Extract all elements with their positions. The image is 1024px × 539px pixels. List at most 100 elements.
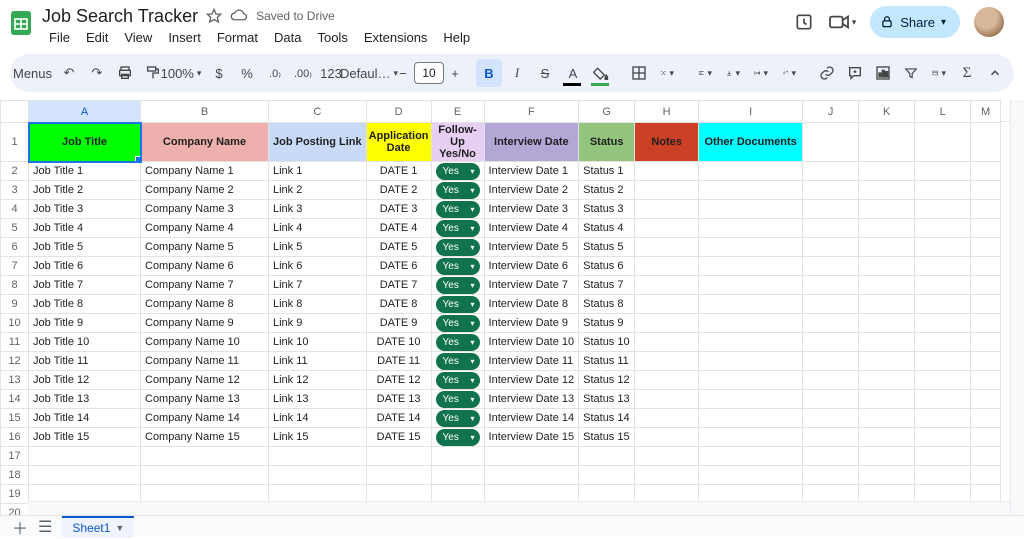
- cell[interactable]: [635, 314, 699, 333]
- horizontal-scrollbar[interactable]: [28, 501, 1010, 515]
- font-size-input[interactable]: 10: [414, 62, 444, 84]
- cell[interactable]: Interview Date 8: [484, 295, 579, 314]
- cell[interactable]: [971, 314, 1001, 333]
- cell[interactable]: [859, 276, 915, 295]
- cell[interactable]: Yes▾: [431, 257, 484, 276]
- cell[interactable]: Company Name 5: [141, 238, 269, 257]
- cell[interactable]: [635, 257, 699, 276]
- cell[interactable]: [915, 409, 971, 428]
- cell[interactable]: Link 2: [269, 181, 367, 200]
- cell[interactable]: Link 11: [269, 352, 367, 371]
- font-select[interactable]: Defaul…▾: [356, 59, 382, 87]
- cell[interactable]: Link 15: [269, 428, 367, 447]
- cell[interactable]: [635, 181, 699, 200]
- col-header-E[interactable]: E: [431, 101, 484, 123]
- cell[interactable]: [971, 390, 1001, 409]
- cell[interactable]: [859, 238, 915, 257]
- cell[interactable]: [635, 219, 699, 238]
- cell[interactable]: [635, 333, 699, 352]
- cell[interactable]: [915, 257, 971, 276]
- cell[interactable]: [803, 447, 859, 466]
- cell[interactable]: Company Name 13: [141, 390, 269, 409]
- zoom-select[interactable]: 100%▾: [168, 59, 194, 87]
- cell[interactable]: [803, 295, 859, 314]
- cell[interactable]: Job Title 1: [29, 162, 141, 181]
- cell[interactable]: Status 2: [579, 181, 635, 200]
- cell[interactable]: DATE 2: [366, 181, 431, 200]
- print-button[interactable]: [112, 59, 138, 87]
- header-cell[interactable]: Status: [579, 123, 635, 162]
- cell[interactable]: [699, 409, 803, 428]
- cell[interactable]: Interview Date 1: [484, 162, 579, 181]
- cell[interactable]: [803, 276, 859, 295]
- bold-button[interactable]: B: [476, 59, 502, 87]
- cell[interactable]: Company Name 9: [141, 314, 269, 333]
- cell[interactable]: [971, 238, 1001, 257]
- cell[interactable]: [971, 276, 1001, 295]
- sheets-logo[interactable]: [8, 6, 34, 40]
- cell[interactable]: [971, 466, 1001, 485]
- menu-data[interactable]: Data: [267, 28, 308, 47]
- menu-format[interactable]: Format: [210, 28, 265, 47]
- cell[interactable]: [915, 447, 971, 466]
- cell[interactable]: [699, 200, 803, 219]
- cell[interactable]: Interview Date 10: [484, 333, 579, 352]
- cell[interactable]: Yes▾: [431, 200, 484, 219]
- cell[interactable]: [859, 123, 915, 162]
- cell[interactable]: [803, 123, 859, 162]
- cell[interactable]: [29, 466, 141, 485]
- collapse-toolbar-button[interactable]: [982, 59, 1008, 87]
- cell[interactable]: [859, 390, 915, 409]
- cell[interactable]: [635, 371, 699, 390]
- row-header-3[interactable]: 3: [1, 181, 29, 200]
- cell[interactable]: Status 4: [579, 219, 635, 238]
- cell[interactable]: [859, 257, 915, 276]
- cell[interactable]: Status 1: [579, 162, 635, 181]
- cell[interactable]: Status 5: [579, 238, 635, 257]
- menu-file[interactable]: File: [42, 28, 77, 47]
- cell[interactable]: [29, 447, 141, 466]
- cell[interactable]: Job Title 14: [29, 409, 141, 428]
- cell[interactable]: Job Title 12: [29, 371, 141, 390]
- cell[interactable]: [635, 238, 699, 257]
- cell[interactable]: [579, 447, 635, 466]
- col-header-H[interactable]: H: [635, 101, 699, 123]
- cell[interactable]: Yes▾: [431, 314, 484, 333]
- row-header-1[interactable]: 1: [1, 123, 29, 162]
- menu-edit[interactable]: Edit: [79, 28, 115, 47]
- cell[interactable]: [803, 409, 859, 428]
- followup-chip[interactable]: Yes▾: [436, 220, 480, 237]
- row-header-19[interactable]: 19: [1, 485, 29, 504]
- row-header-4[interactable]: 4: [1, 200, 29, 219]
- menu-help[interactable]: Help: [436, 28, 477, 47]
- cell[interactable]: Link 6: [269, 257, 367, 276]
- col-header-J[interactable]: J: [803, 101, 859, 123]
- followup-chip[interactable]: Yes▾: [436, 277, 480, 294]
- cell[interactable]: Interview Date 3: [484, 200, 579, 219]
- followup-chip[interactable]: Yes▾: [436, 182, 480, 199]
- cell[interactable]: Interview Date 5: [484, 238, 579, 257]
- menu-tools[interactable]: Tools: [310, 28, 354, 47]
- cell[interactable]: [579, 466, 635, 485]
- cell[interactable]: Job Title 5: [29, 238, 141, 257]
- cell[interactable]: [803, 466, 859, 485]
- cell[interactable]: [699, 181, 803, 200]
- row-header-9[interactable]: 9: [1, 295, 29, 314]
- cell[interactable]: Company Name 7: [141, 276, 269, 295]
- menu-extensions[interactable]: Extensions: [357, 28, 435, 47]
- followup-chip[interactable]: Yes▾: [436, 353, 480, 370]
- cell[interactable]: Company Name 8: [141, 295, 269, 314]
- cell[interactable]: [915, 371, 971, 390]
- cell[interactable]: Yes▾: [431, 295, 484, 314]
- cell[interactable]: [859, 295, 915, 314]
- cell[interactable]: [915, 162, 971, 181]
- cell[interactable]: Job Title 2: [29, 181, 141, 200]
- cell[interactable]: [803, 371, 859, 390]
- rotate-button[interactable]: A▾: [776, 59, 802, 87]
- cell[interactable]: Status 8: [579, 295, 635, 314]
- cell[interactable]: Interview Date 14: [484, 409, 579, 428]
- row-header-7[interactable]: 7: [1, 257, 29, 276]
- col-header-K[interactable]: K: [859, 101, 915, 123]
- cell[interactable]: Link 14: [269, 409, 367, 428]
- link-button[interactable]: [814, 59, 840, 87]
